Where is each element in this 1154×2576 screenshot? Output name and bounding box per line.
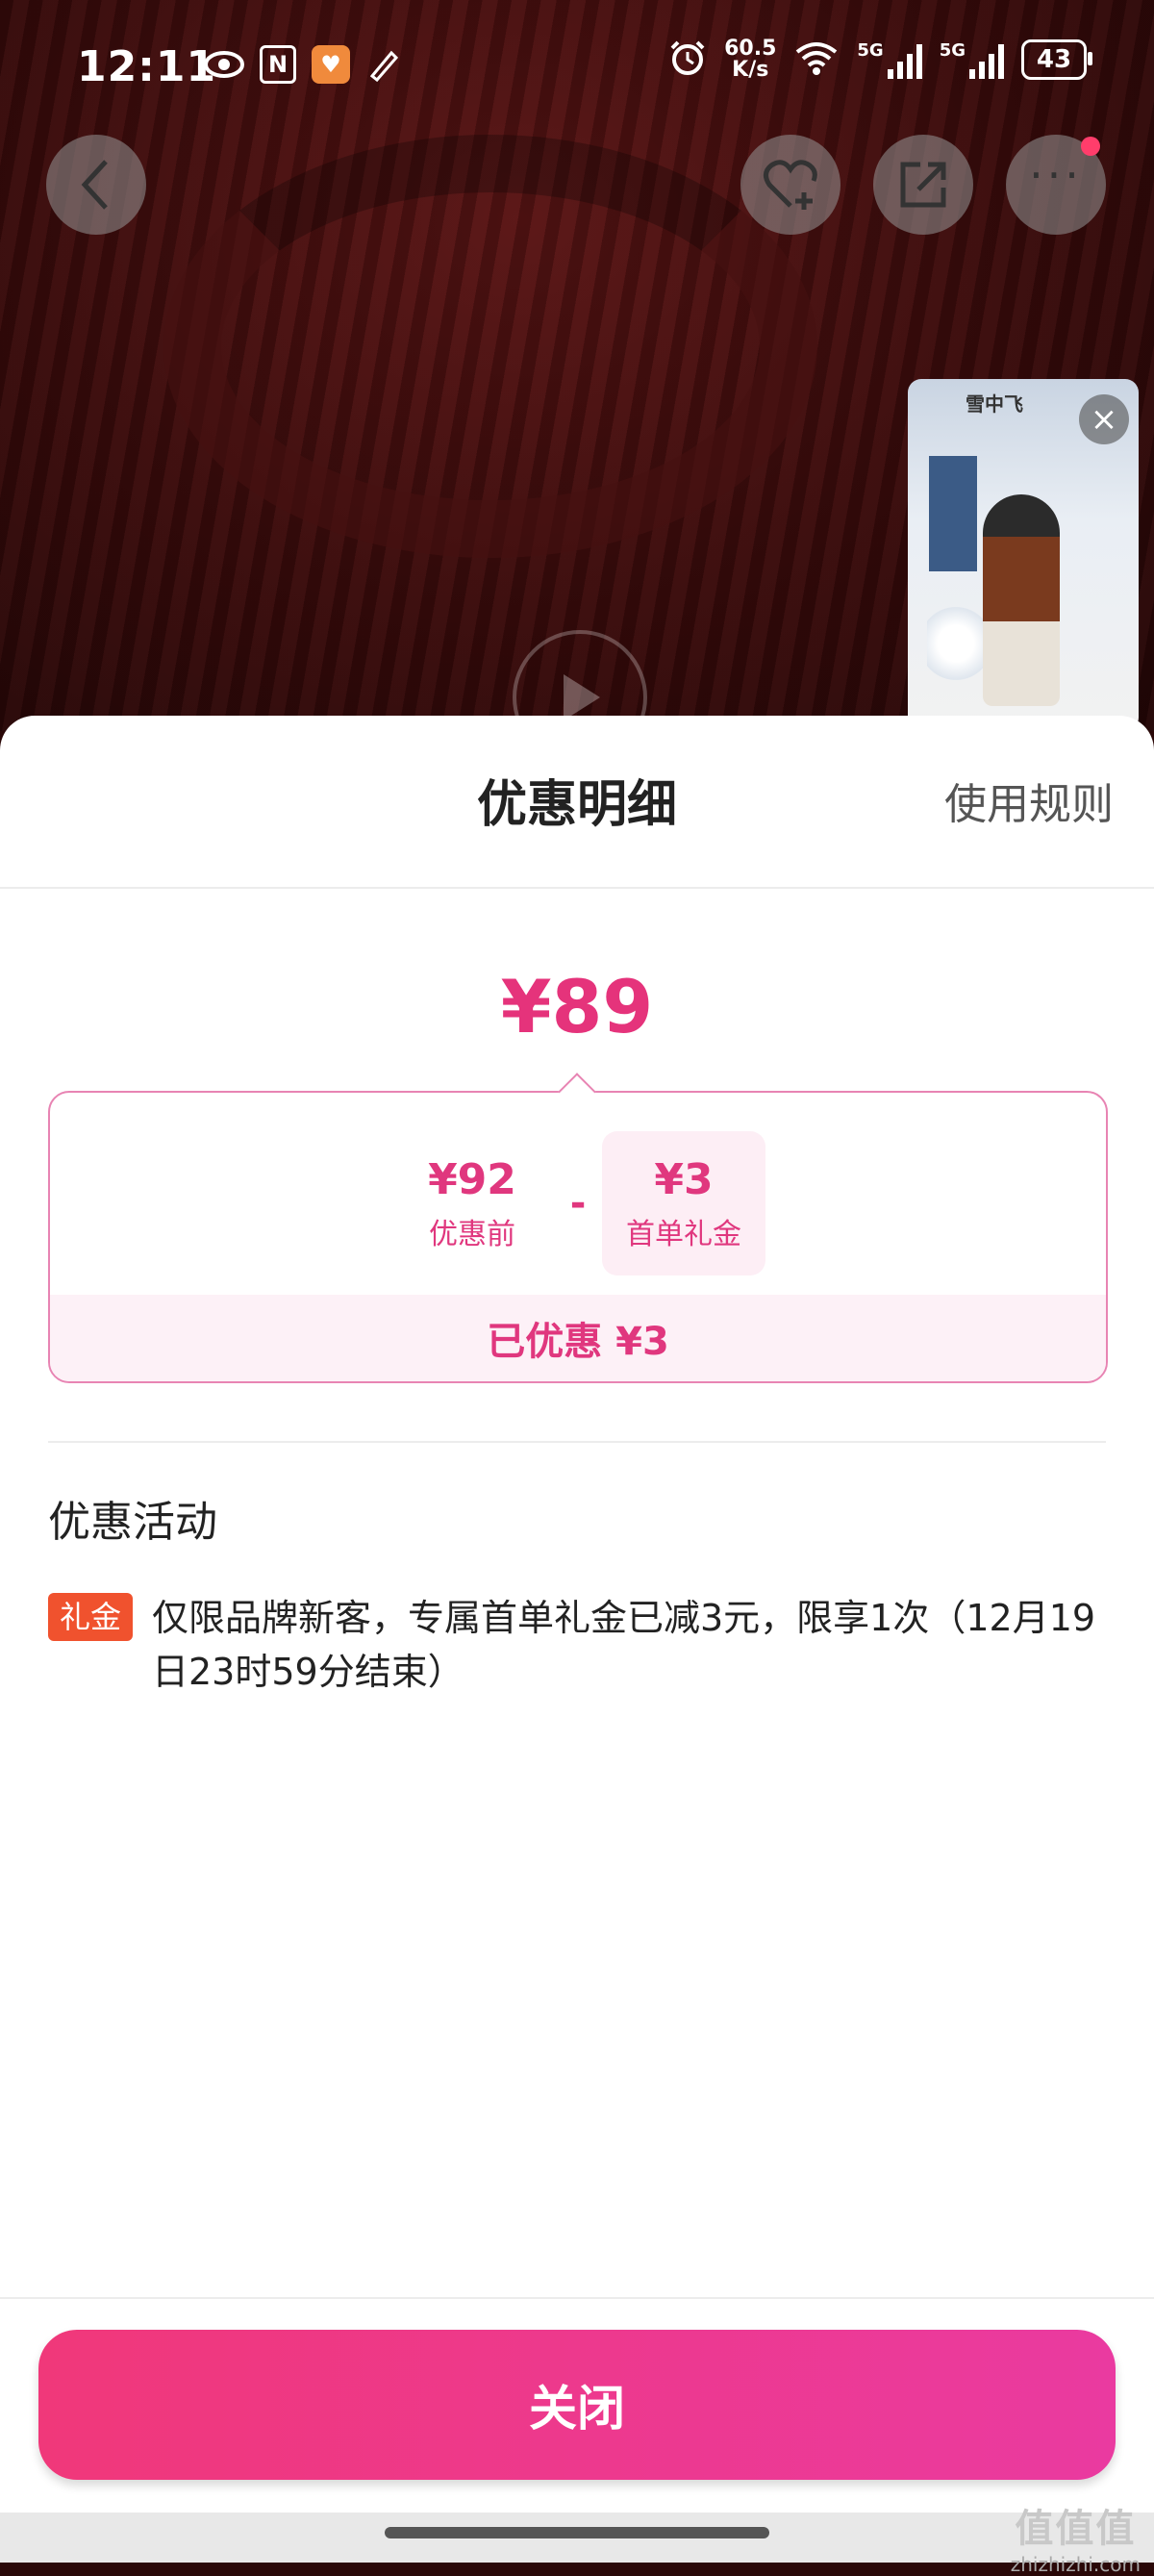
share-button[interactable] [873,135,973,235]
pip-model-figure [983,494,1060,706]
breakdown-pointer [558,1073,596,1111]
network-type-2: 5G [939,40,966,61]
heart-plus-icon [764,160,817,210]
status-bar: 12:11 N ♥ 60.5 K/s 5G 5G 43 [0,0,1154,144]
section-divider [48,1441,1106,1443]
original-price-value: ¥92 [428,1154,516,1204]
more-dots-icon: ··· [1029,149,1083,201]
app-notification-icon: ♥ [312,45,350,84]
status-left-icons: N ♥ [204,44,406,85]
original-price-item: ¥92 优惠前 [390,1131,554,1275]
first-order-gift-item: ¥3 首单礼金 [602,1131,765,1275]
header-divider [0,887,1154,889]
floating-video-window[interactable]: 雪中飞 × [908,379,1139,731]
favorite-button[interactable] [740,135,840,235]
price-calculation: ¥92 优惠前 - ¥3 首单礼金 [50,1131,1106,1275]
promotion-description: 仅限品牌新客，专属首单礼金已减3元，限享1次（12月19日23时59分结束） [152,1597,1096,1693]
alarm-icon [668,38,707,81]
watermark-logo: 值值值 [1015,2507,1137,2551]
nfc-icon: N [260,45,296,84]
pip-close-button[interactable]: × [1079,394,1129,444]
network-speed: 60.5 K/s [724,38,776,81]
minus-sign: - [569,1181,587,1225]
wifi-icon [793,38,840,81]
close-icon: × [1090,400,1118,439]
eye-icon [204,44,244,85]
more-button[interactable]: ··· [1006,135,1106,235]
share-icon [900,162,946,208]
pip-display-board [929,456,977,571]
original-price-label: 优惠前 [429,1217,515,1251]
watermark: 值值值 zhizhizhi.com [1011,2497,1141,2576]
footer-divider [0,2297,1154,2299]
notification-dot [1081,137,1100,156]
first-order-gift-label: 首单礼金 [626,1217,741,1251]
close-button[interactable]: 关闭 [38,2330,1116,2480]
back-button[interactable] [46,135,146,235]
pip-tree-decoration [927,591,985,696]
usage-rules-link[interactable]: 使用规则 [944,770,1114,831]
sweater-collar [163,135,817,558]
status-right-icons: 60.5 K/s 5G 5G 43 [668,38,1092,81]
network-speed-unit: K/s [732,58,769,82]
final-price: ¥89 [500,964,654,1049]
battery-indicator: 43 [1021,39,1092,80]
signal-strength-2-icon: 5G [940,40,1004,79]
signal-strength-1-icon: 5G [857,40,922,79]
price-breakdown-box: ¥92 优惠前 - ¥3 首单礼金 已优惠 ¥3 [48,1073,1108,1383]
discount-detail-sheet: 优惠明细 使用规则 ¥89 ¥92 优惠前 - ¥3 首单礼金 已优惠 ¥3 优… [0,716,1154,2563]
saved-amount-bar: 已优惠 ¥3 [50,1295,1106,1381]
chevron-left-icon [81,160,108,210]
watermark-site: zhizhizhi.com [1010,2553,1141,2576]
status-time: 12:11 [77,42,217,91]
network-speed-value: 60.5 [724,37,777,61]
first-order-gift-value: ¥3 [654,1154,714,1204]
home-indicator[interactable] [385,2527,769,2538]
pen-icon [365,44,406,85]
network-type-1: 5G [857,40,884,61]
pip-brand-label: 雪中飞 [966,392,1023,416]
promotions-section-title: 优惠活动 [48,1498,217,1547]
promotion-tag: 礼金 [48,1593,134,1641]
